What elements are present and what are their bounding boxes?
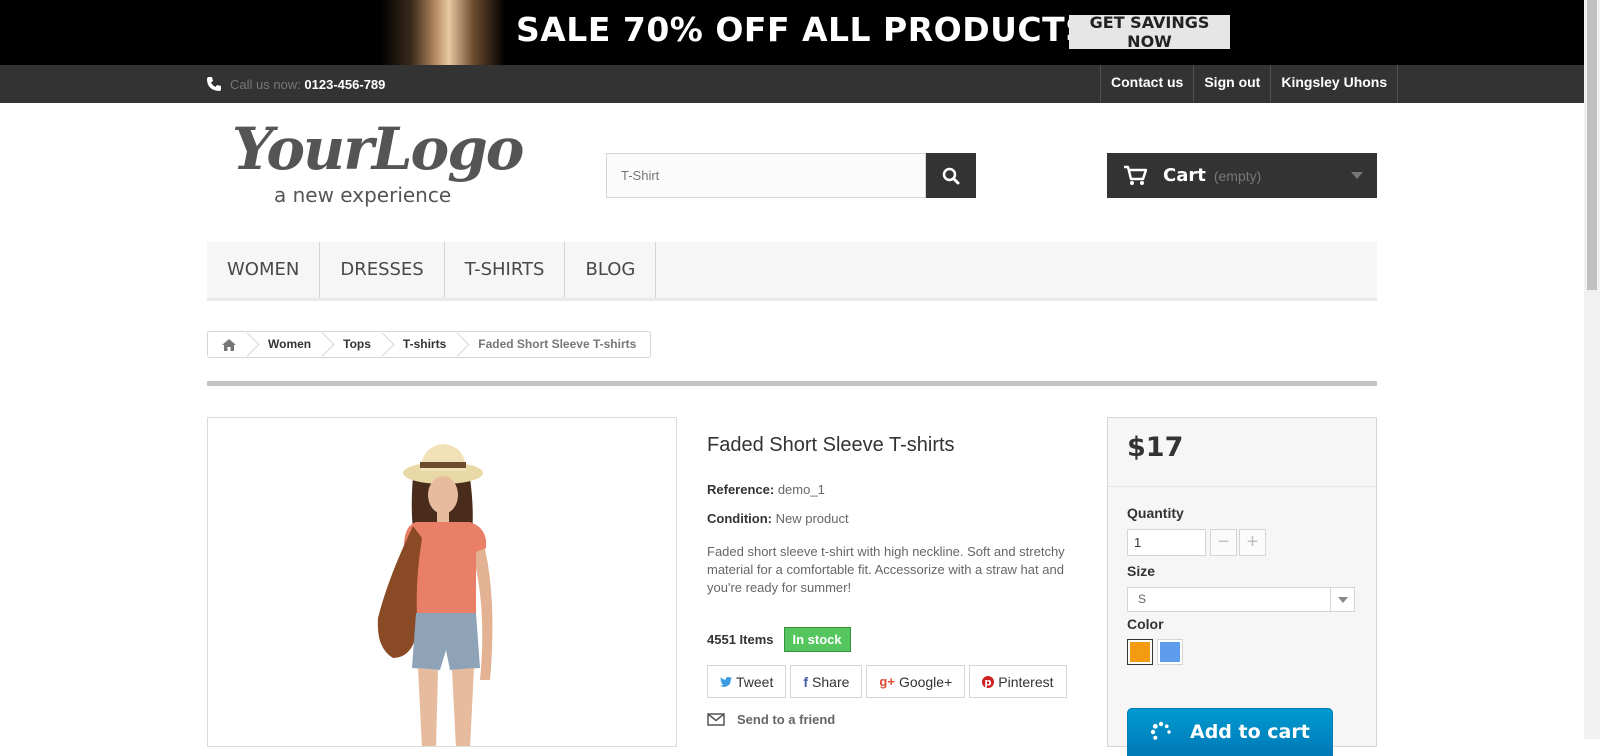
quantity-decrease-button[interactable]: − [1210, 529, 1237, 556]
product-image[interactable] [207, 417, 677, 747]
send-to-friend-label: Send to a friend [737, 712, 836, 727]
product-reference: Reference: demo_1 [707, 482, 825, 497]
breadcrumb-home[interactable] [208, 332, 250, 357]
menu-item-t-shirts[interactable]: T-SHIRTS [445, 242, 566, 298]
page-scrollbar[interactable] [1584, 0, 1600, 739]
product-price: $17 [1127, 432, 1184, 463]
cart-status: (empty) [1213, 167, 1262, 184]
call-label: Call us now: [230, 76, 305, 92]
product-photo [208, 418, 676, 746]
tweet-button[interactable]: Tweet [707, 665, 787, 698]
contact-us-link[interactable]: Contact us [1100, 65, 1193, 103]
swatch-fill [1130, 642, 1150, 662]
color-swatch-blue[interactable] [1157, 639, 1183, 665]
quantity-label: Quantity [1127, 505, 1184, 521]
cart-button[interactable]: Cart (empty) [1107, 153, 1377, 198]
logo-tagline: a new experience [274, 183, 452, 207]
logo-text: YourLogo [232, 115, 524, 183]
phone-number: 0123-456-789 [304, 76, 386, 92]
main-menu: WOMEN DRESSES T-SHIRTS BLOG [207, 242, 1377, 301]
chevron-down-icon [1330, 588, 1354, 611]
quantity-input[interactable]: 1 [1127, 529, 1206, 556]
add-to-cart-label: Add to cart [1190, 721, 1310, 743]
social-share: Tweet f Share g+ Google+ p Pinterest [707, 665, 1067, 698]
tweet-label: Tweet [736, 673, 774, 690]
menu-item-blog[interactable]: BLOG [565, 242, 657, 298]
search-input[interactable]: T-Shirt [606, 153, 926, 198]
site-logo[interactable]: YourLogo a new experience [232, 115, 524, 210]
facebook-icon: f [803, 673, 809, 690]
condition-value: New product [775, 511, 849, 526]
swatch-fill [1160, 642, 1180, 662]
sign-out-link[interactable]: Sign out [1193, 65, 1270, 103]
cart-icon [1124, 165, 1147, 185]
color-label: Color [1127, 616, 1164, 632]
get-savings-button[interactable]: GET SAVINGS NOW [1069, 13, 1230, 51]
breadcrumb-women[interactable]: Women [250, 332, 325, 357]
buy-box: $17 Quantity 1 − + Size S Color Add to c… [1107, 417, 1377, 756]
divider [207, 381, 1377, 386]
reference-value: demo_1 [777, 482, 825, 497]
facebook-share-button[interactable]: f Share [790, 665, 863, 698]
breadcrumb-current: Faded Short Sleeve T-shirts [478, 337, 637, 351]
cart-label: Cart [1163, 165, 1206, 186]
loading-spinner-icon [1150, 721, 1171, 740]
send-to-friend-link[interactable]: Send to a friend [707, 712, 835, 727]
stock-status-badge: In stock [783, 627, 851, 652]
phone-contact: Call us now: 0123-456-789 [206, 72, 385, 96]
size-value: S [1138, 592, 1147, 606]
promo-banner[interactable]: SALE 70% OFF ALL PRODUCTS GET SAVINGS NO… [0, 0, 1584, 65]
google-plus-label: Google+ [898, 673, 953, 690]
top-nav-bar: Call us now: 0123-456-789 Contact us Sig… [0, 65, 1584, 103]
pinterest-button[interactable]: p Pinterest [969, 665, 1067, 698]
svg-text:p: p [985, 677, 992, 688]
chevron-down-icon [1351, 172, 1363, 179]
menu-item-dresses[interactable]: DRESSES [320, 242, 445, 298]
search-icon [942, 167, 960, 184]
pinterest-label: Pinterest [998, 673, 1054, 690]
add-to-cart-button[interactable]: Add to cart [1127, 708, 1333, 756]
pinterest-icon: p [982, 675, 995, 688]
account-link[interactable]: Kingsley Uhons [1270, 65, 1399, 103]
banner-headline: SALE 70% OFF ALL PRODUCTS [516, 10, 1090, 49]
home-icon [222, 338, 236, 351]
share-label: Share [812, 673, 850, 690]
phone-icon [207, 77, 221, 91]
scrollbar-thumb[interactable] [1587, 0, 1597, 290]
banner-model-image [380, 0, 505, 65]
breadcrumb-t-shirts[interactable]: T-shirts [385, 332, 460, 357]
envelope-icon [707, 713, 725, 726]
product-condition: Condition: New product [707, 511, 849, 526]
stock-quantity: 4551 Items [707, 632, 774, 647]
quantity-increase-button[interactable]: + [1239, 529, 1266, 556]
google-plus-button[interactable]: g+ Google+ [866, 665, 966, 698]
product-title: Faded Short Sleeve T-shirts [707, 434, 955, 456]
product-description: Faded short sleeve t-shirt with high nec… [707, 544, 1065, 595]
size-select[interactable]: S [1127, 587, 1355, 612]
condition-label: Condition: [707, 511, 772, 526]
color-swatch-orange[interactable] [1127, 639, 1153, 665]
google-plus-icon: g+ [879, 674, 895, 689]
menu-item-women[interactable]: WOMEN [207, 242, 321, 298]
breadcrumb: Women Tops T-shirts Faded Short Sleeve T… [207, 331, 652, 358]
search-button[interactable] [926, 153, 976, 198]
size-label: Size [1127, 563, 1156, 579]
twitter-icon [720, 676, 732, 687]
stock-info: 4551 Items In stock [707, 627, 851, 652]
reference-label: Reference: [707, 482, 775, 497]
